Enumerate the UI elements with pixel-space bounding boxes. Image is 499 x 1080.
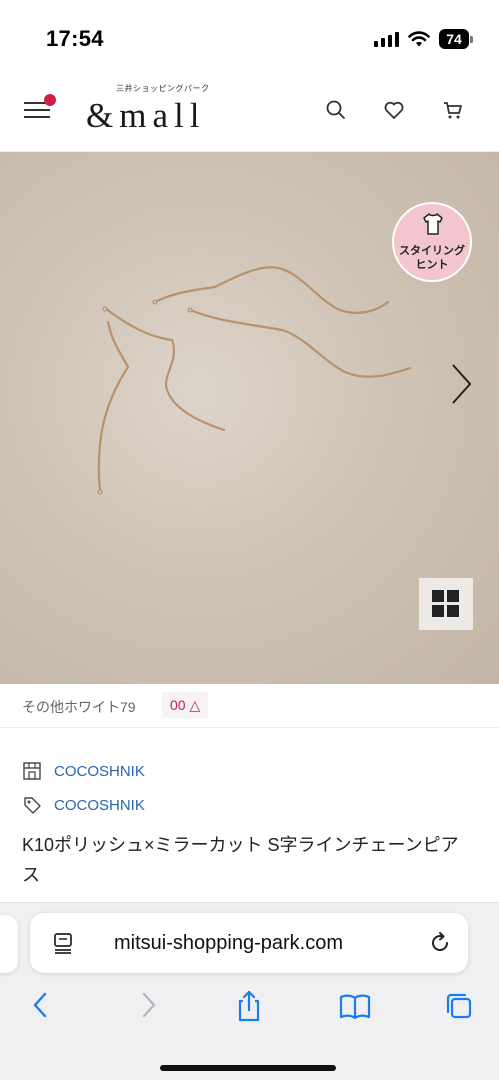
shirt-icon [423,213,443,235]
tabs-icon[interactable] [442,989,474,1023]
search-icon[interactable] [324,98,348,122]
home-indicator [160,1065,336,1071]
status-time: 17:54 [46,26,104,51]
styling-hint-label: スタイリング ヒント [399,245,465,271]
back-icon[interactable] [26,989,58,1023]
browser-toolbar: mitsui-shopping-park.com [0,902,499,1080]
chevron-right-icon[interactable] [450,362,474,411]
logo-wordmark: &mall [86,96,206,135]
url-text[interactable]: mitsui-shopping-park.com [114,932,343,955]
color-name: その他ホワイト79 [22,699,136,715]
browser-nav-toolbar [0,989,499,1029]
battery-icon: 74 [439,29,473,49]
product-image-carousel[interactable]: スタイリング ヒント [0,152,499,684]
color-variant-row[interactable]: その他ホワイト79 00 △ [0,684,499,728]
stock-badge: 00 △ [162,692,209,718]
tag-icon [24,797,41,814]
grid-view-button[interactable] [419,578,473,630]
store-icon [23,762,41,780]
brand-link[interactable]: COCOSHNIK [54,797,145,814]
wifi-icon [408,31,430,47]
shop-row[interactable]: COCOSHNIK [22,760,145,782]
reload-icon[interactable] [428,931,452,955]
styling-hint-badge[interactable]: スタイリング ヒント [392,202,472,282]
menu-button[interactable] [24,94,58,124]
share-icon[interactable] [233,989,265,1023]
cart-icon[interactable] [441,98,465,122]
address-bar[interactable]: mitsui-shopping-park.com [30,913,468,973]
bookmarks-icon[interactable] [338,989,371,1023]
notification-dot [44,94,56,106]
product-title: K10ポリッシュ×ミラーカット S字ラインチェーンピアス [22,835,459,885]
status-indicators: 74 [374,29,473,49]
previous-tab-preview[interactable] [0,915,18,973]
shop-link[interactable]: COCOSHNIK [54,763,145,780]
logo-subtitle: 三井ショッピングパーク [116,84,210,93]
forward-icon[interactable] [132,989,164,1023]
heart-icon[interactable] [382,98,406,122]
brand-row[interactable]: COCOSHNIK [22,794,145,816]
cellular-signal-icon [374,31,399,47]
site-header: 三井ショッピングパーク &mall [0,72,499,152]
site-logo[interactable]: 三井ショッピングパーク &mall [86,82,226,142]
reader-icon[interactable] [52,931,76,955]
battery-level: 74 [439,29,469,49]
status-bar: 17:54 74 [0,0,499,72]
